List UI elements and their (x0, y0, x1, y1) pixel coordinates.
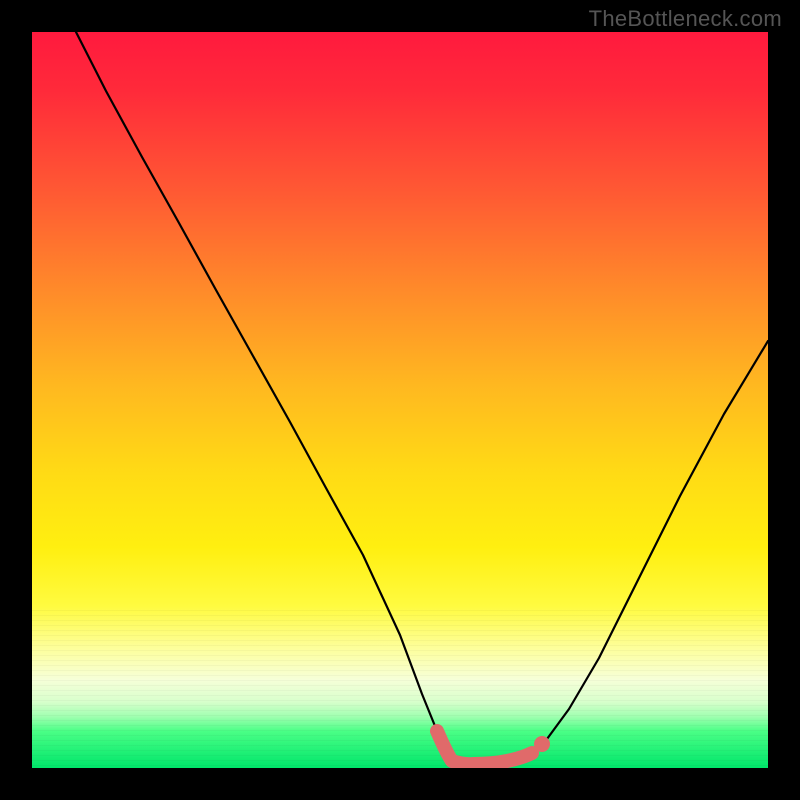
flat-region-marker (437, 731, 532, 764)
chart-frame: TheBottleneck.com (0, 0, 800, 800)
flat-region-end-dot (534, 736, 550, 752)
plot-area (32, 32, 768, 768)
bottleneck-curve-line (76, 32, 768, 764)
curve-layer (32, 32, 768, 768)
attribution-text: TheBottleneck.com (589, 6, 782, 32)
